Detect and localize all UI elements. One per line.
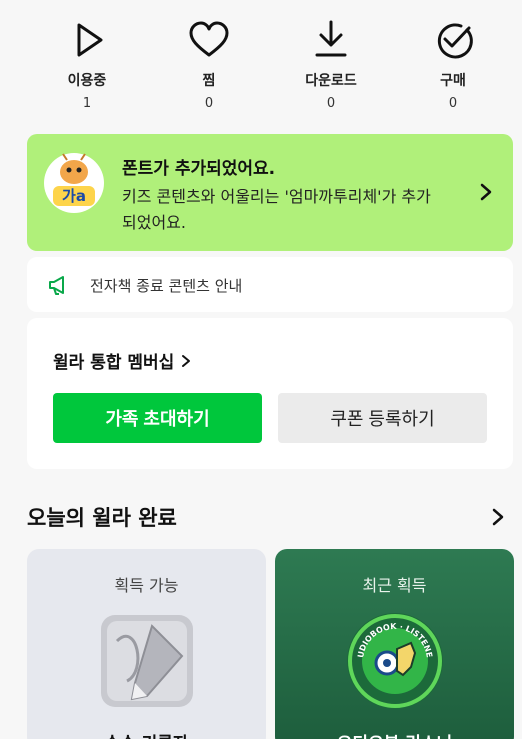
- membership-title: 윌라 통합 멤버십: [53, 353, 175, 373]
- stat-count: 0: [204, 96, 214, 111]
- stat-using[interactable]: 이용중 1: [37, 18, 137, 111]
- section-title: 오늘의 윌라 완료: [27, 506, 177, 530]
- stats-bar: 이용중 1 찜 0 다운로드 0 구매 0: [0, 0, 522, 128]
- font-added-banner[interactable]: 가a 폰트가 추가되었어요. 키즈 콘텐츠와 어울리는 '엄마까투리체'가 추가…: [27, 134, 513, 251]
- ebook-notice[interactable]: 전자책 종료 콘텐츠 안내: [27, 257, 513, 312]
- stat-count: 1: [82, 96, 92, 111]
- heart-icon: [189, 21, 229, 57]
- tile-name: 오디오북 리스너: [275, 729, 514, 739]
- stat-count: 0: [326, 96, 336, 111]
- membership-card: 윌라 통합 멤버십 가족 초대하기 쿠폰 등록하기: [27, 318, 513, 469]
- tile-name: 손수 기록자: [27, 729, 266, 739]
- membership-link[interactable]: 윌라 통합 멤버십: [53, 348, 192, 373]
- mascot-text: 가a: [62, 187, 86, 205]
- mascot-icon: 가a: [44, 153, 104, 213]
- stat-label: 구매: [440, 73, 466, 89]
- pencil-badge-icon: [101, 615, 193, 707]
- banner-title: 폰트가 추가되었어요.: [122, 159, 276, 179]
- chevron-right-icon: [182, 354, 191, 367]
- audiobook-listener-badge-icon: AUDIOBOOK · LISTENER: [345, 611, 443, 709]
- tile-caption: 획득 가능: [114, 576, 179, 595]
- download-icon: [315, 20, 347, 57]
- megaphone-icon: [49, 276, 64, 295]
- play-icon: [77, 23, 103, 57]
- banner-description: 키즈 콘텐츠와 어울리는 '엄마까투리체'가 추가되었어요.: [122, 187, 431, 232]
- badge-tile-available[interactable]: 획득 가능 손수 기록자: [27, 549, 266, 739]
- stat-purchase[interactable]: 구매 0: [403, 18, 503, 111]
- stat-download[interactable]: 다운로드 0: [281, 18, 381, 111]
- stat-label: 이용중: [67, 73, 107, 89]
- stat-label: 찜: [202, 73, 216, 89]
- check-circle-icon: [437, 23, 473, 59]
- notice-text: 전자책 종료 콘텐츠 안내: [90, 277, 243, 295]
- tile-caption: 최근 획득: [362, 576, 427, 595]
- badge-tile-recent[interactable]: 최근 획득 AUDIOBOOK · LISTENER 오디오북 리스너: [275, 549, 514, 739]
- chevron-right-icon[interactable]: [490, 507, 506, 527]
- stat-label: 다운로드: [305, 73, 357, 89]
- chevron-right-icon: [480, 183, 492, 201]
- stat-count: 0: [448, 96, 458, 111]
- register-coupon-button[interactable]: 쿠폰 등록하기: [278, 393, 487, 443]
- invite-family-button[interactable]: 가족 초대하기: [53, 393, 262, 443]
- stat-wishlist[interactable]: 찜 0: [159, 18, 259, 111]
